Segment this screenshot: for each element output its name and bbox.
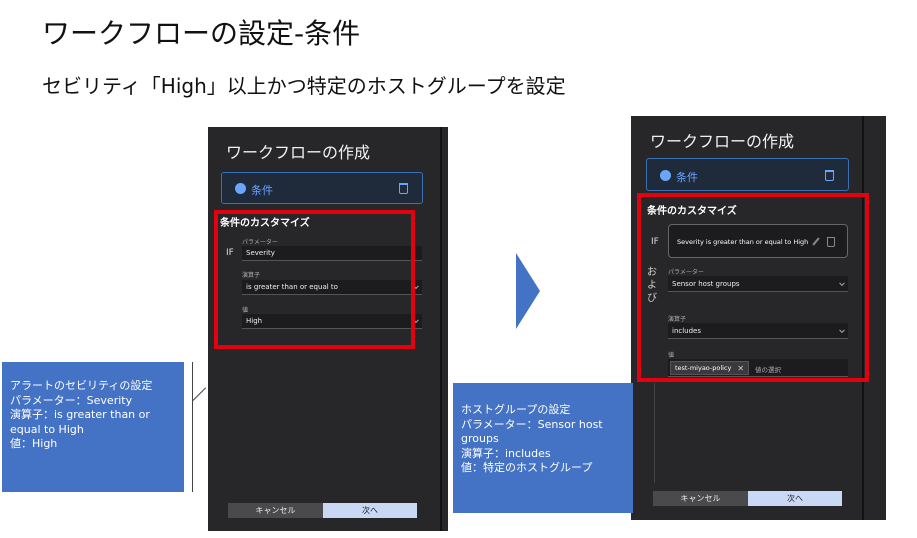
- left-callout: アラートのセビリティの設定 パラメーター：Severity 演算子：is gre…: [2, 362, 184, 492]
- cancel-button[interactable]: キャンセル: [228, 503, 323, 518]
- right-callout: ホストグループの設定 パラメーター：Sensor host groups 演算子…: [453, 383, 633, 513]
- panel-title: ワークフローの作成: [226, 143, 371, 162]
- panel-title: ワークフローの作成: [650, 132, 795, 151]
- cancel-button[interactable]: キャンセル: [653, 491, 748, 506]
- condition-label: 条件: [251, 184, 273, 197]
- trash-icon[interactable]: [825, 170, 834, 181]
- next-arrow: [516, 253, 540, 329]
- callout-connector: [192, 387, 207, 401]
- trash-icon[interactable]: [399, 183, 408, 194]
- right-highlight-frame: [637, 193, 869, 382]
- slide-subtitle: セビリティ「High」以上かつ特定のホストグループを設定: [42, 74, 566, 98]
- condition-box[interactable]: 条件: [221, 172, 423, 204]
- panel-scrollbar[interactable]: [440, 127, 442, 531]
- next-button[interactable]: 次へ: [748, 491, 842, 506]
- next-button[interactable]: 次へ: [323, 503, 417, 518]
- condition-icon: [660, 170, 671, 181]
- callout-connector: [654, 383, 655, 483]
- left-highlight-frame: [214, 210, 415, 349]
- slide-title: ワークフローの設定-条件: [42, 17, 361, 50]
- condition-label: 条件: [676, 171, 698, 184]
- callout-connector: [192, 362, 193, 492]
- condition-icon: [235, 183, 246, 194]
- condition-box[interactable]: 条件: [646, 158, 849, 191]
